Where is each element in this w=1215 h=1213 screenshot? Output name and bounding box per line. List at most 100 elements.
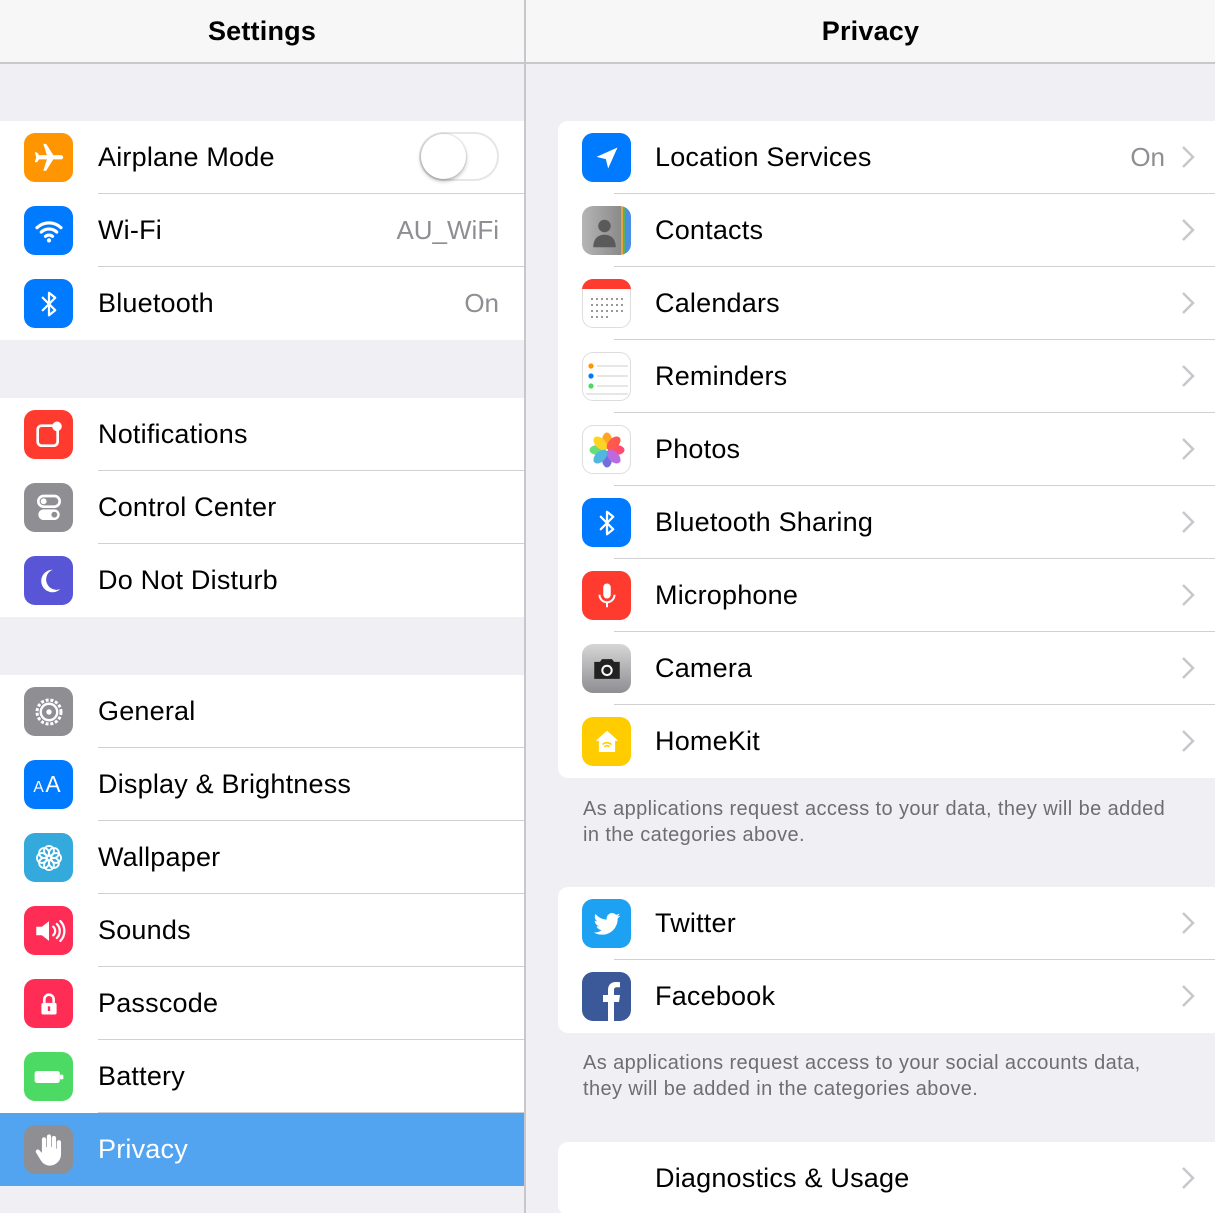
sidebar-item-label: Battery bbox=[98, 1061, 185, 1091]
privacy-item-bluetooth-sharing[interactable]: Bluetooth Sharing bbox=[558, 486, 1215, 559]
privacy-item-label: Camera bbox=[655, 653, 753, 683]
privacy-data-footer: As applications request access to your d… bbox=[583, 798, 1166, 846]
privacy-item-label: Bluetooth Sharing bbox=[655, 507, 874, 537]
sidebar-item-label: Passcode bbox=[98, 988, 219, 1018]
bluetooth-icon bbox=[582, 498, 631, 547]
privacy-item-location-services[interactable]: Location Services On bbox=[558, 121, 1215, 194]
chevron-right-icon bbox=[1182, 657, 1195, 679]
privacy-item-label: Photos bbox=[655, 434, 741, 464]
settings-group-connectivity: Airplane Mode Wi-Fi AU_WiFi Bluetooth On bbox=[0, 121, 524, 340]
chevron-right-icon bbox=[1182, 730, 1195, 752]
settings-group-general: General AA Display & Brightness Wallpape… bbox=[0, 675, 524, 1186]
contacts-icon bbox=[582, 206, 631, 255]
settings-navbar: Settings bbox=[0, 0, 524, 64]
location-services-value: On bbox=[1130, 142, 1165, 172]
svg-text:A: A bbox=[45, 771, 61, 797]
chevron-right-icon bbox=[1182, 146, 1195, 168]
location-arrow-icon bbox=[582, 133, 631, 182]
settings-sidebar: Settings Airplane Mode Wi-Fi AU_WiFi Blu… bbox=[0, 0, 524, 1213]
sidebar-item-battery[interactable]: Battery bbox=[0, 1040, 524, 1113]
speaker-icon bbox=[24, 906, 73, 955]
privacy-item-photos[interactable]: Photos bbox=[558, 413, 1215, 486]
sidebar-item-wifi[interactable]: Wi-Fi AU_WiFi bbox=[0, 194, 524, 267]
reminders-icon bbox=[582, 352, 631, 401]
privacy-item-label: Calendars bbox=[655, 288, 780, 318]
wifi-icon bbox=[24, 206, 73, 255]
privacy-item-calendars[interactable]: Calendars bbox=[558, 267, 1215, 340]
sidebar-item-label: Privacy bbox=[98, 1134, 188, 1164]
privacy-item-camera[interactable]: Camera bbox=[558, 632, 1215, 705]
chevron-right-icon bbox=[1182, 985, 1195, 1007]
privacy-item-label: Location Services bbox=[655, 142, 872, 172]
moon-icon bbox=[24, 556, 73, 605]
settings-group-notifications: Notifications Control Center Do Not Dist… bbox=[0, 398, 524, 617]
bluetooth-icon bbox=[24, 279, 73, 328]
sidebar-item-notifications[interactable]: Notifications bbox=[0, 398, 524, 471]
sidebar-item-label: Airplane Mode bbox=[98, 142, 275, 172]
sidebar-item-label: Notifications bbox=[98, 419, 248, 449]
battery-icon bbox=[24, 1052, 73, 1101]
airplane-mode-toggle[interactable] bbox=[419, 132, 499, 181]
privacy-item-label: Twitter bbox=[655, 908, 736, 938]
sidebar-item-sounds[interactable]: Sounds bbox=[0, 894, 524, 967]
sidebar-item-label: Sounds bbox=[98, 915, 191, 945]
chevron-right-icon bbox=[1182, 1167, 1195, 1189]
sidebar-item-label: Wallpaper bbox=[98, 842, 221, 872]
privacy-item-facebook[interactable]: Facebook bbox=[558, 960, 1215, 1033]
sidebar-item-general[interactable]: General bbox=[0, 675, 524, 748]
airplane-icon bbox=[24, 133, 73, 182]
privacy-item-twitter[interactable]: Twitter bbox=[558, 887, 1215, 960]
chevron-right-icon bbox=[1182, 219, 1195, 241]
microphone-icon bbox=[582, 571, 631, 620]
sidebar-item-label: Display & Brightness bbox=[98, 769, 352, 799]
settings-title: Settings bbox=[207, 15, 317, 46]
chevron-right-icon bbox=[1182, 438, 1195, 460]
sidebar-item-display-brightness[interactable]: AA Display & Brightness bbox=[0, 748, 524, 821]
chevron-right-icon bbox=[1182, 292, 1195, 314]
sidebar-item-label: Do Not Disturb bbox=[98, 565, 278, 595]
privacy-item-label: Facebook bbox=[655, 981, 776, 1011]
sidebar-item-label: Control Center bbox=[98, 492, 277, 522]
wallpaper-icon bbox=[24, 833, 73, 882]
sidebar-item-wallpaper[interactable]: Wallpaper bbox=[0, 821, 524, 894]
lock-icon bbox=[24, 979, 73, 1028]
camera-icon bbox=[582, 644, 631, 693]
privacy-item-label: Microphone bbox=[655, 580, 799, 610]
gear-icon bbox=[24, 687, 73, 736]
privacy-item-label: HomeKit bbox=[655, 726, 760, 756]
sidebar-item-passcode[interactable]: Passcode bbox=[0, 967, 524, 1040]
privacy-item-microphone[interactable]: Microphone bbox=[558, 559, 1215, 632]
sidebar-item-privacy[interactable]: Privacy bbox=[0, 1113, 524, 1186]
sidebar-item-bluetooth[interactable]: Bluetooth On bbox=[0, 267, 524, 340]
homekit-icon bbox=[582, 717, 631, 766]
sidebar-item-control-center[interactable]: Control Center bbox=[0, 471, 524, 544]
privacy-group-diagnostics: Diagnostics & Usage bbox=[558, 1142, 1215, 1213]
sidebar-item-label: Bluetooth bbox=[98, 288, 214, 318]
toggle-knob bbox=[421, 134, 466, 179]
chevron-right-icon bbox=[1182, 365, 1195, 387]
privacy-item-label: Reminders bbox=[655, 361, 788, 391]
sidebar-item-airplane-mode[interactable]: Airplane Mode bbox=[0, 121, 524, 194]
twitter-icon bbox=[582, 899, 631, 948]
privacy-item-label: Diagnostics & Usage bbox=[655, 1163, 910, 1193]
privacy-item-label: Contacts bbox=[655, 215, 764, 245]
sidebar-item-do-not-disturb[interactable]: Do Not Disturb bbox=[0, 544, 524, 617]
privacy-item-contacts[interactable]: Contacts bbox=[558, 194, 1215, 267]
chevron-right-icon bbox=[1182, 584, 1195, 606]
chevron-right-icon bbox=[1182, 912, 1195, 934]
photos-icon bbox=[582, 425, 631, 474]
hand-icon bbox=[24, 1125, 73, 1174]
notifications-icon bbox=[24, 410, 73, 459]
control-center-icon bbox=[24, 483, 73, 532]
privacy-title: Privacy bbox=[821, 15, 920, 46]
privacy-group-apps: Location Services On Contacts Calendars … bbox=[558, 121, 1215, 778]
wifi-network-value: AU_WiFi bbox=[396, 215, 499, 245]
display-brightness-icon: AA bbox=[24, 760, 73, 809]
privacy-navbar: Privacy bbox=[526, 0, 1215, 64]
chevron-right-icon bbox=[1182, 511, 1195, 533]
privacy-item-homekit[interactable]: HomeKit bbox=[558, 705, 1215, 778]
privacy-item-reminders[interactable]: Reminders bbox=[558, 340, 1215, 413]
sidebar-item-label: Wi-Fi bbox=[98, 215, 162, 245]
svg-text:A: A bbox=[33, 779, 44, 796]
privacy-item-diagnostics-usage[interactable]: Diagnostics & Usage bbox=[558, 1142, 1215, 1213]
